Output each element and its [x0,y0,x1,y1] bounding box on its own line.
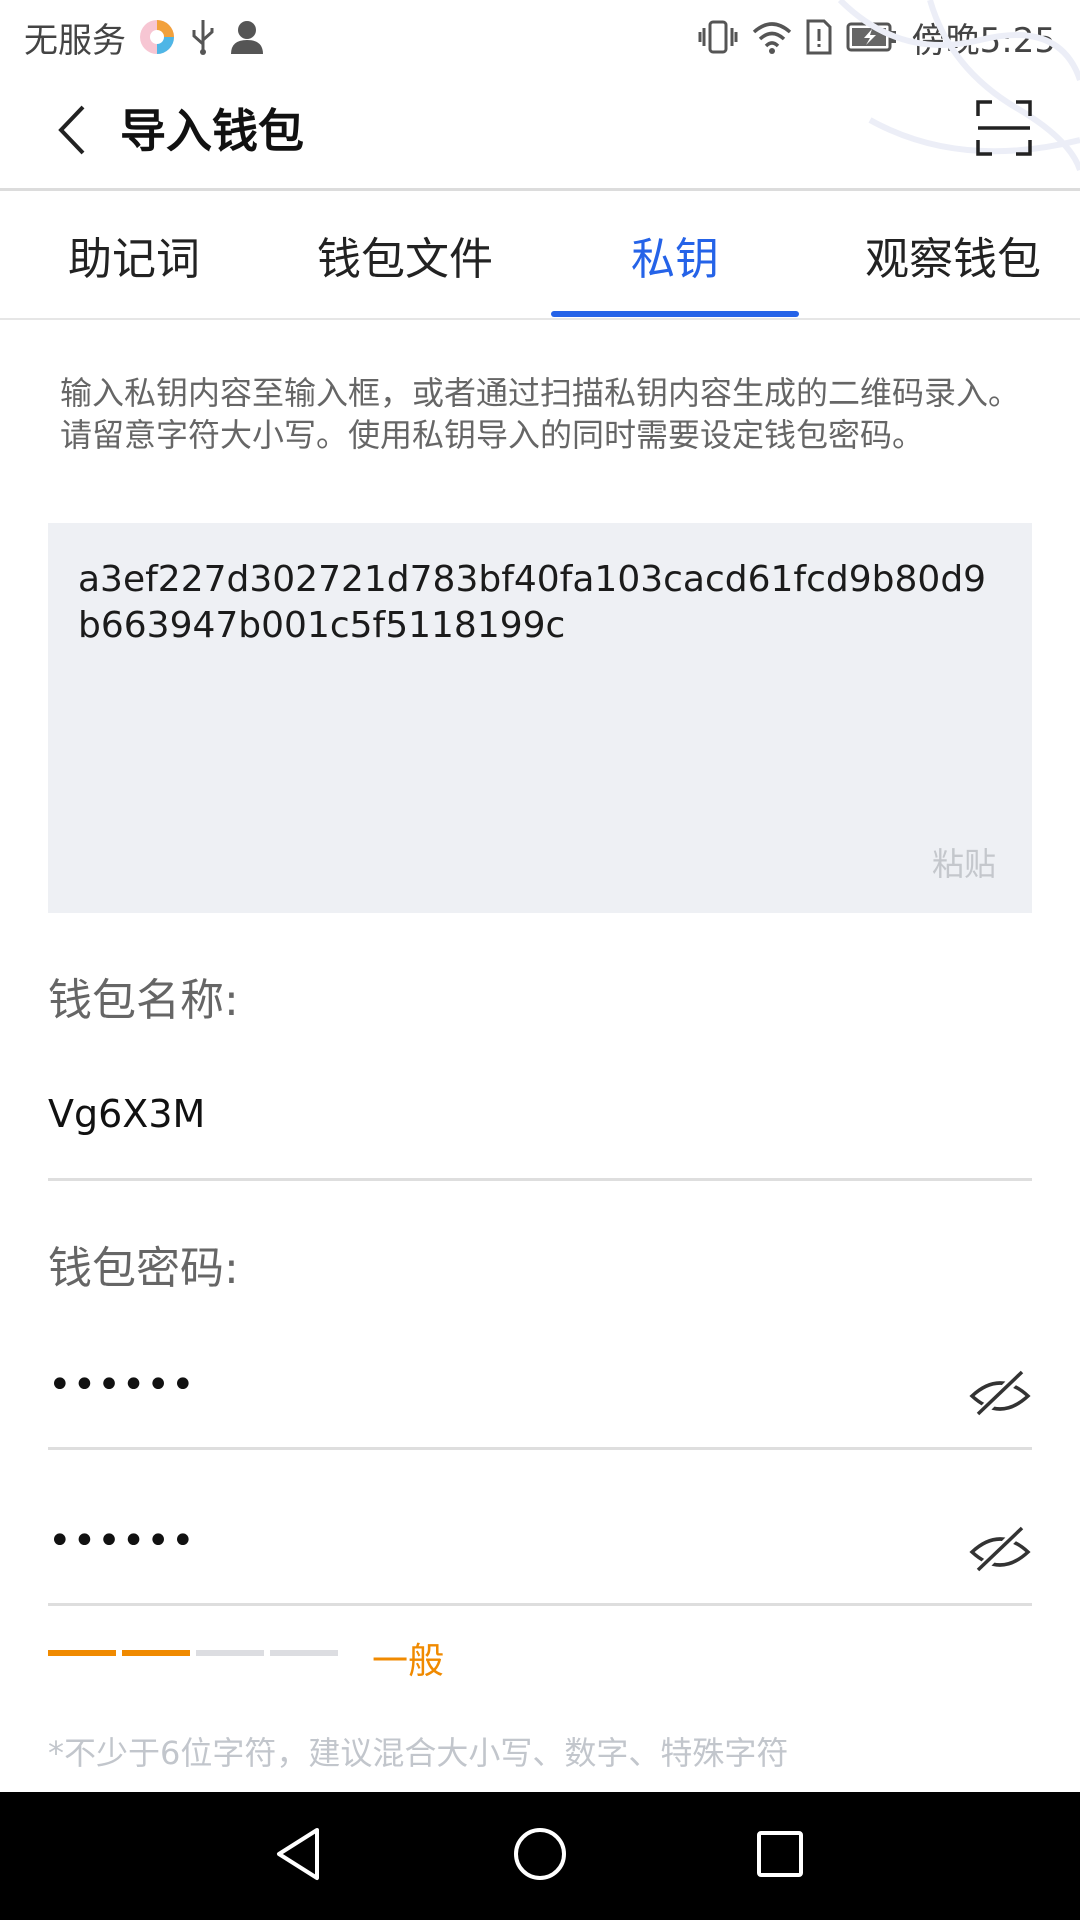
tab-mnemonic[interactable]: 助记词 [36,191,232,319]
password-underline [48,1447,1032,1450]
chevron-left-icon [58,105,85,155]
password-input[interactable]: •••••• [48,1362,196,1408]
private-key-input[interactable]: a3ef227d302721d783bf40fa103cacd61fcd9b80… [48,523,1032,913]
triangle-back-icon [277,1828,319,1880]
eye-closed-icon [969,1366,1031,1420]
wallet-password-label: 钱包密码: [48,1243,239,1294]
back-button[interactable] [48,98,96,162]
wallet-name-underline [48,1178,1032,1181]
eye-closed-icon [969,1522,1031,1576]
nav-home-button[interactable] [508,1822,572,1886]
confirm-password-input[interactable]: •••••• [48,1518,196,1564]
vibrate-icon [698,18,738,56]
tab-private-key[interactable]: 私钥 [551,191,799,319]
wallet-name-input[interactable]: Vg6X3M [48,1092,205,1136]
usb-icon [188,18,218,56]
active-tab-indicator [551,311,799,317]
status-left: 无服务 [24,14,264,61]
scan-button[interactable] [976,100,1032,156]
carrier-text: 无服务 [24,20,126,61]
page-title: 导入钱包 [120,104,304,158]
paste-button[interactable]: 粘贴 [932,839,996,885]
strength-segment [270,1650,338,1656]
app-circle-icon [138,18,176,56]
private-key-value[interactable]: a3ef227d302721d783bf40fa103cacd61fcd9b80… [78,557,1008,649]
square-recents-icon [757,1831,803,1877]
toggle-password-visibility-button[interactable] [968,1366,1032,1420]
tabs-divider [0,318,1080,320]
circle-home-icon [514,1828,566,1880]
scan-icon [976,100,1032,156]
import-tabs: 助记词 钱包文件 私钥 观察钱包 [0,191,1080,319]
toggle-confirm-visibility-button[interactable] [968,1522,1032,1576]
tab-wallet-file[interactable]: 钱包文件 [290,191,520,319]
system-nav-bar [0,1792,1080,1920]
wallet-name-label: 钱包名称: [48,975,239,1026]
password-strength-label: 一般 [372,1641,445,1682]
strength-segment [122,1650,190,1656]
strength-segment [196,1650,264,1656]
tab-watch-wallet[interactable]: 观察钱包 [838,191,1068,319]
user-icon [230,19,264,55]
password-hint: *不少于6位字符，建议混合大小写、数字、特殊字符 [48,1734,789,1772]
strength-segment [48,1650,116,1656]
app-header: 导入钱包 [0,74,1080,190]
confirm-password-underline [48,1603,1032,1606]
instruction-text: 输入私钥内容至输入框，或者通过扫描私钥内容生成的二维码录入。请留意字符大小写。使… [60,374,1021,454]
nav-recents-button[interactable] [748,1822,812,1886]
nav-back-button[interactable] [266,1822,330,1886]
